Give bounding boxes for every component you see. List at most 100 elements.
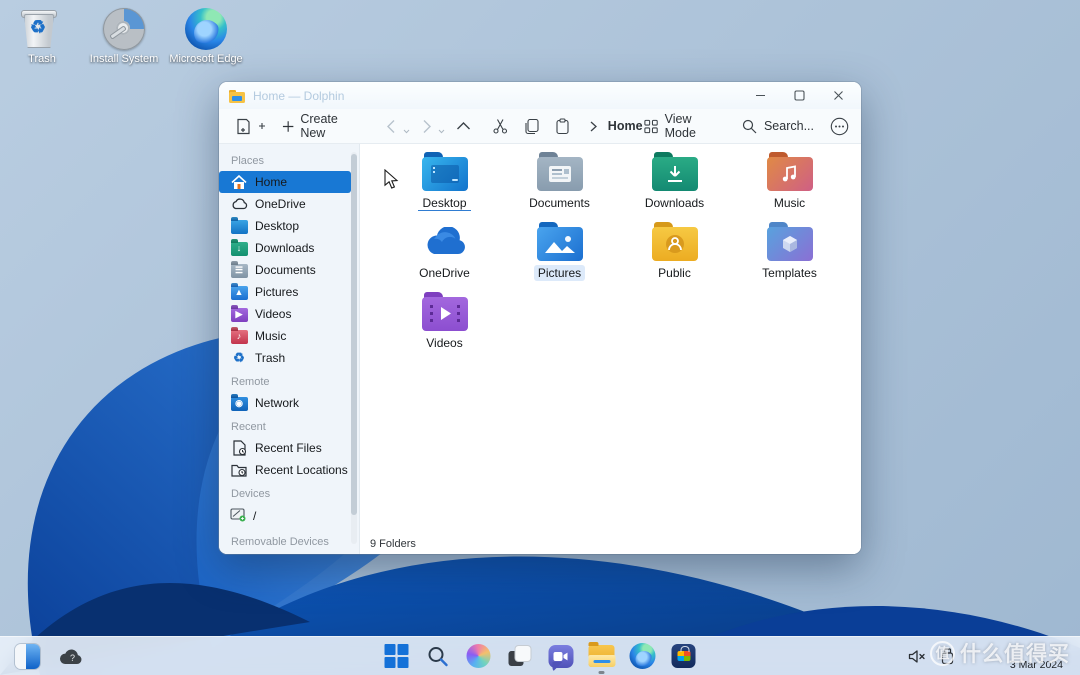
sidebar-item-recent-locations[interactable]: Recent Locations <box>219 459 351 481</box>
view-mode-label: View Mode <box>665 112 723 140</box>
sidebar-item-music[interactable]: ♪ Music <box>219 325 351 347</box>
home-icon <box>230 174 248 190</box>
sidebar-item-trash[interactable]: ♻ Trash <box>219 347 351 369</box>
sidebar-item-label: Recent Locations <box>255 463 348 477</box>
sidebar-item-recent-files[interactable]: Recent Files <box>219 437 351 459</box>
sidebar-item-network[interactable]: ◉ Network <box>219 392 351 414</box>
folder-item-downloads[interactable]: Downloads <box>617 152 732 222</box>
paste-button[interactable] <box>554 118 571 135</box>
network-folder-icon: ◉ <box>231 397 248 411</box>
section-header-recent: Recent <box>219 414 359 437</box>
titlebar[interactable]: Home — Dolphin <box>219 82 861 109</box>
grid-icon <box>643 118 659 135</box>
copy-icon <box>523 118 540 135</box>
folder-item-music[interactable]: Music <box>732 152 847 222</box>
breadcrumb-home: Home <box>608 119 643 133</box>
menu-button[interactable] <box>830 117 849 136</box>
desktop-icon-install-system[interactable]: Install System <box>82 8 166 67</box>
plus-small-icon <box>258 122 266 130</box>
folder-item-templates[interactable]: Templates <box>732 222 847 292</box>
forward-caret-icon <box>438 129 445 134</box>
view-mode-button[interactable]: View Mode <box>643 112 723 140</box>
sidebar-item-label: Videos <box>255 307 291 321</box>
downloads-folder-icon <box>652 152 698 192</box>
sidebar-item-root-device[interactable]: / <box>219 507 359 525</box>
sidebar-item-home[interactable]: Home <box>219 171 351 193</box>
folder-item-videos[interactable]: Videos <box>387 292 502 362</box>
folder-label: Videos <box>422 335 466 351</box>
search-taskbar-button[interactable] <box>425 643 451 669</box>
sidebar-item-label: Pictures <box>255 285 298 299</box>
new-tab-button[interactable] <box>235 118 266 135</box>
music-folder-icon <box>767 152 813 192</box>
sidebar-item-label: Documents <box>255 263 316 277</box>
widgets-button[interactable] <box>14 643 40 669</box>
section-header-places: Places <box>219 148 359 171</box>
folder-item-public[interactable]: Public <box>617 222 732 292</box>
sidebar-item-pictures[interactable]: ▲ Pictures <box>219 281 351 303</box>
copilot-button[interactable] <box>466 643 492 669</box>
plus-icon <box>282 120 294 133</box>
sidebar-item-label: Home <box>255 175 287 189</box>
volume-muted-button[interactable] <box>908 649 926 664</box>
new-tab-icon <box>235 118 252 135</box>
copy-button[interactable] <box>523 118 540 135</box>
taskbar-clock-date[interactable]: 3 Mar 2024 <box>1010 659 1063 671</box>
folder-item-documents[interactable]: Documents <box>502 152 617 222</box>
task-view-button[interactable] <box>507 643 533 669</box>
create-new-button[interactable]: Create New <box>282 112 363 140</box>
maximize-button[interactable] <box>793 89 806 102</box>
places-panel: Places Home OneDrive Desktop ↓ <box>219 144 360 554</box>
search-button[interactable]: Search... <box>741 118 814 135</box>
onedrive-cloud-icon <box>422 222 468 262</box>
sidebar-item-videos[interactable]: ▶ Videos <box>219 303 351 325</box>
chat-button[interactable] <box>548 643 574 669</box>
sidebar-item-desktop[interactable]: Desktop <box>219 215 351 237</box>
close-button[interactable] <box>832 89 845 102</box>
downloads-folder-icon: ↓ <box>231 242 248 256</box>
desktop-icon-label: Microsoft Edge <box>164 53 248 67</box>
edge-taskbar-button[interactable] <box>630 643 656 669</box>
cut-button[interactable] <box>492 118 509 135</box>
sidebar-item-label: Music <box>255 329 286 343</box>
running-indicator <box>599 671 605 674</box>
store-icon <box>672 644 696 668</box>
taskbar: ? <box>0 636 1080 675</box>
volume-muted-icon <box>908 649 926 664</box>
breadcrumb[interactable]: Home <box>589 119 643 133</box>
usb-device-button[interactable] <box>941 648 954 665</box>
desktop-icon-edge[interactable]: Microsoft Edge <box>164 8 248 67</box>
sidebar-item-onedrive[interactable]: OneDrive <box>219 193 351 215</box>
forward-button[interactable] <box>418 118 445 135</box>
back-caret-icon <box>403 129 410 134</box>
back-button[interactable] <box>383 118 410 135</box>
weather-widget-button[interactable]: ? <box>58 643 84 669</box>
sidebar-item-label: Trash <box>255 351 285 365</box>
recent-locations-icon <box>230 462 248 478</box>
edge-icon <box>185 8 227 50</box>
videos-folder-icon: ▶ <box>231 308 248 322</box>
minimize-button[interactable] <box>754 89 767 102</box>
folder-item-onedrive[interactable]: OneDrive <box>387 222 502 292</box>
desktop-icon-trash[interactable]: ♻ Trash <box>0 8 84 67</box>
chat-icon <box>548 645 573 668</box>
start-button[interactable] <box>384 643 410 669</box>
up-button[interactable] <box>455 118 472 135</box>
sidebar-item-downloads[interactable]: ↓ Downloads <box>219 237 351 259</box>
file-explorer-button[interactable] <box>589 643 615 669</box>
sidebar-scrollbar-thumb[interactable] <box>351 154 357 515</box>
folder-label: Music <box>770 195 809 211</box>
store-button[interactable] <box>671 643 697 669</box>
folder-label: Downloads <box>641 195 708 211</box>
copilot-icon <box>467 644 491 668</box>
sidebar-item-documents[interactable]: ☰ Documents <box>219 259 351 281</box>
folder-item-pictures[interactable]: Pictures <box>502 222 617 292</box>
folder-label: Pictures <box>534 265 585 281</box>
edge-icon <box>630 643 656 669</box>
search-icon <box>741 118 758 135</box>
status-text: 9 Folders <box>370 538 416 550</box>
folder-item-desktop[interactable]: Desktop <box>387 152 502 222</box>
sidebar-item-label: OneDrive <box>255 197 306 211</box>
folder-label: Templates <box>758 265 821 281</box>
music-folder-icon: ♪ <box>231 330 248 344</box>
